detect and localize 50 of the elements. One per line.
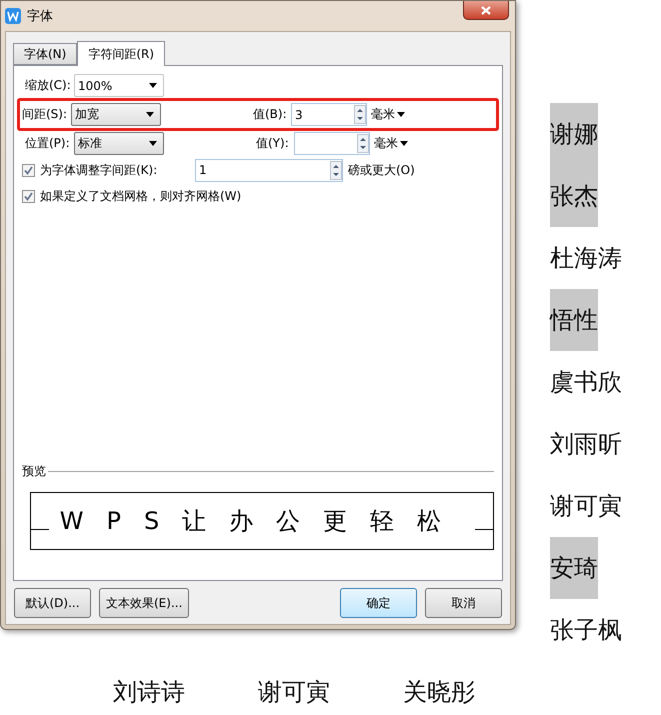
dialog-button[interactable]: 确定 <box>340 588 417 618</box>
window-title: 字体 <box>27 8 53 25</box>
name-text: 张子枫 <box>550 615 622 646</box>
close-button[interactable] <box>463 1 509 20</box>
name-text: 虞书欣 <box>550 367 622 398</box>
name-text: 刘诗诗 <box>113 677 185 708</box>
value-field[interactable] <box>294 132 370 155</box>
tab[interactable]: 字符间距(R) <box>77 41 166 66</box>
name-text: 悟性 <box>550 289 598 351</box>
name-text: 刘雨昕 <box>550 429 622 460</box>
dialog-button[interactable]: 默认(D)... <box>14 588 91 618</box>
dropdown[interactable]: 100% <box>74 74 164 97</box>
dialog-button[interactable]: 文本效果(E)... <box>99 588 190 618</box>
spin-arrows-icon[interactable] <box>354 105 366 124</box>
checkbox-label: 为字体调整字间距(K): <box>40 162 158 178</box>
name-text: 杜海涛 <box>550 243 622 274</box>
field-label: 位置(P): <box>25 135 71 152</box>
caret-icon <box>400 141 408 146</box>
name-text: 关晓彤 <box>403 677 475 708</box>
value-field[interactable]: 3 <box>291 103 367 126</box>
checkbox[interactable] <box>22 190 35 202</box>
dropdown[interactable]: 加宽 <box>71 103 161 126</box>
checkbox[interactable] <box>22 164 35 176</box>
unit-dropdown[interactable]: 毫米 <box>370 135 491 152</box>
close-icon <box>481 6 491 14</box>
spin-arrows-icon[interactable] <box>357 134 369 153</box>
field-label: 间距(S): <box>22 106 68 123</box>
spin-arrows-icon[interactable] <box>330 160 342 180</box>
caret-icon <box>397 112 405 117</box>
caret-icon <box>146 112 154 117</box>
tab[interactable]: 字体(N) <box>13 43 78 65</box>
checkbox-label: 如果定义了文档网格，则对齐网格(W) <box>40 188 242 204</box>
field-label: 值(B): <box>253 106 288 123</box>
field-label: 值(Y): <box>256 135 290 152</box>
name-text: 张杰 <box>550 165 598 227</box>
app-logo-icon <box>5 8 21 24</box>
caret-icon <box>149 83 157 88</box>
preview-text: WPS让办公更轻松 <box>60 506 464 537</box>
value-field[interactable]: 1 <box>195 158 343 182</box>
field-label: 缩放(C): <box>25 77 72 94</box>
name-text: 安琦 <box>550 537 598 599</box>
section-label: 预览 <box>22 463 46 480</box>
dropdown[interactable]: 标准 <box>74 132 164 155</box>
dialog-button[interactable]: 取消 <box>425 588 502 618</box>
name-text: 谢娜 <box>550 103 598 165</box>
name-text: 谢可寅 <box>550 491 622 522</box>
unit-dropdown[interactable]: 毫米 <box>367 106 494 123</box>
caret-icon <box>149 141 157 146</box>
field-label: 磅或更大(O) <box>348 162 415 178</box>
name-text: 谢可寅 <box>258 677 330 708</box>
